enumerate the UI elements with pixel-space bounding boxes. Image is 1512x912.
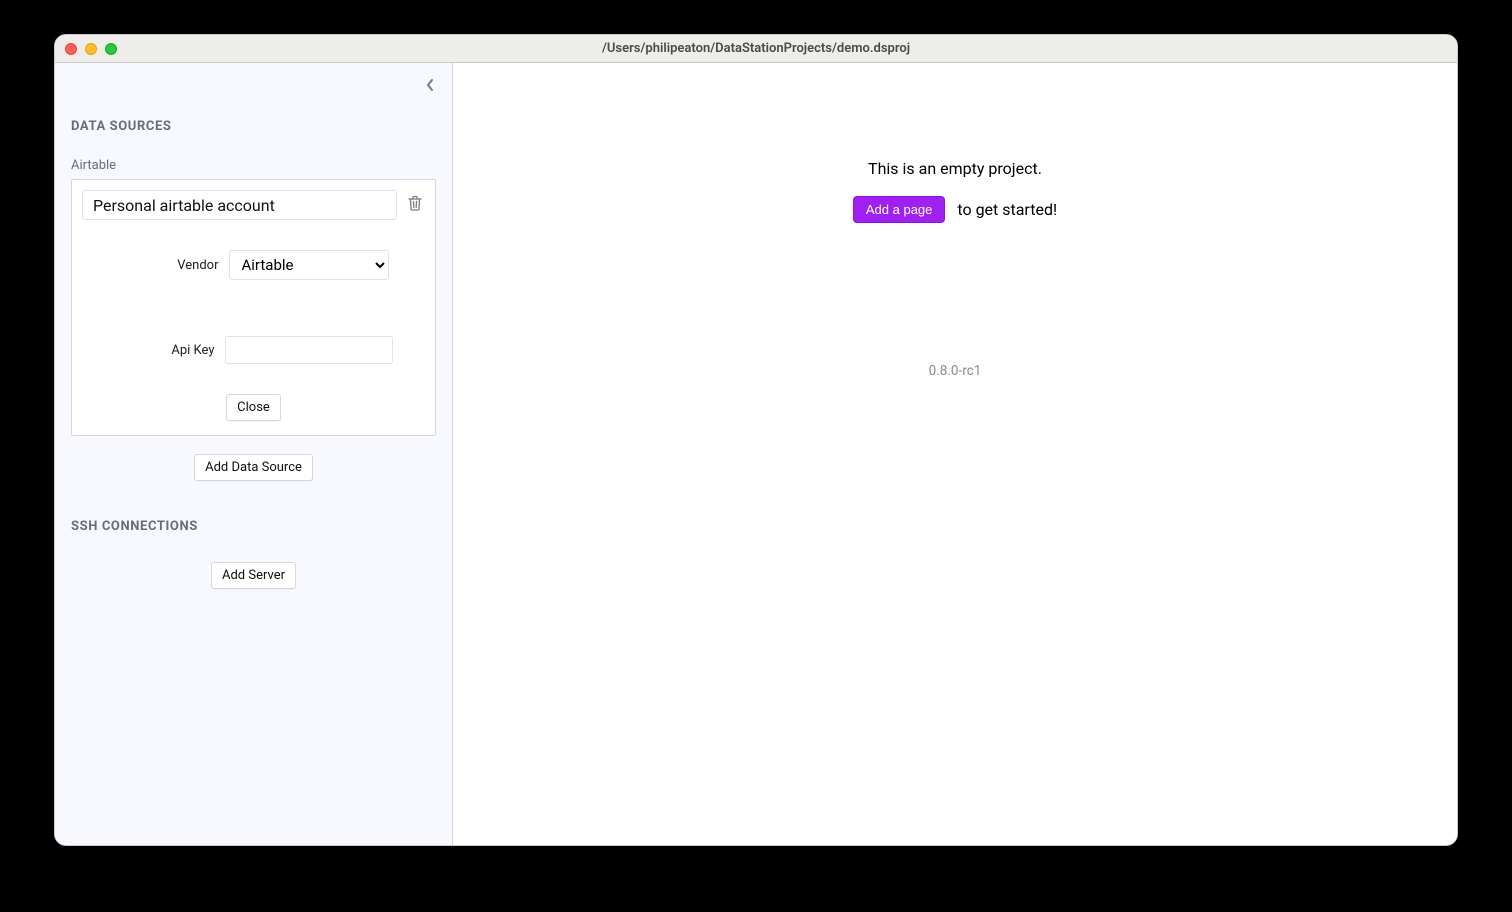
window-controls [65,35,117,62]
window-title: /Users/philipeaton/DataStationProjects/d… [55,41,1457,56]
sidebar: DATA SOURCES Airtable [55,63,453,845]
data-source-name-input[interactable] [82,190,397,220]
data-source-type-label: Airtable [71,158,436,173]
section-title-data-sources: DATA SOURCES [71,119,436,134]
data-source-header-row [82,190,425,220]
window-minimize-button[interactable] [85,43,97,55]
add-server-row: Add Server [71,562,436,589]
main-pane: This is an empty project. Add a page to … [453,63,1457,845]
vendor-label: Vendor [119,258,219,273]
data-source-card: Vendor Airtable Api Key Close [71,179,436,436]
vendor-row: Vendor Airtable [82,250,425,280]
section-title-ssh: SSH CONNECTIONS [71,519,436,534]
empty-project-message: This is an empty project. [453,159,1457,178]
close-button[interactable]: Close [226,394,281,421]
add-server-button[interactable]: Add Server [211,562,296,589]
window-zoom-button[interactable] [105,43,117,55]
app-window: /Users/philipeaton/DataStationProjects/d… [54,34,1458,846]
add-page-button[interactable]: Add a page [853,196,946,223]
version-label: 0.8.0-rc1 [453,363,1457,379]
app-body: DATA SOURCES Airtable [55,63,1457,845]
add-data-source-button[interactable]: Add Data Source [194,454,313,481]
add-data-source-row: Add Data Source [71,454,436,481]
vendor-select[interactable]: Airtable [229,250,389,280]
trash-icon [408,195,422,215]
close-row: Close [82,394,425,421]
delete-data-source-button[interactable] [405,195,425,215]
api-key-label: Api Key [115,343,215,358]
titlebar: /Users/philipeaton/DataStationProjects/d… [55,35,1457,63]
cta-row: Add a page to get started! [453,196,1457,223]
chevron-left-icon [426,79,434,95]
api-key-row: Api Key [82,336,425,364]
api-key-input[interactable] [225,336,393,364]
cta-suffix-text: to get started! [957,200,1057,219]
sidebar-collapse-button[interactable] [420,77,440,97]
window-close-button[interactable] [65,43,77,55]
